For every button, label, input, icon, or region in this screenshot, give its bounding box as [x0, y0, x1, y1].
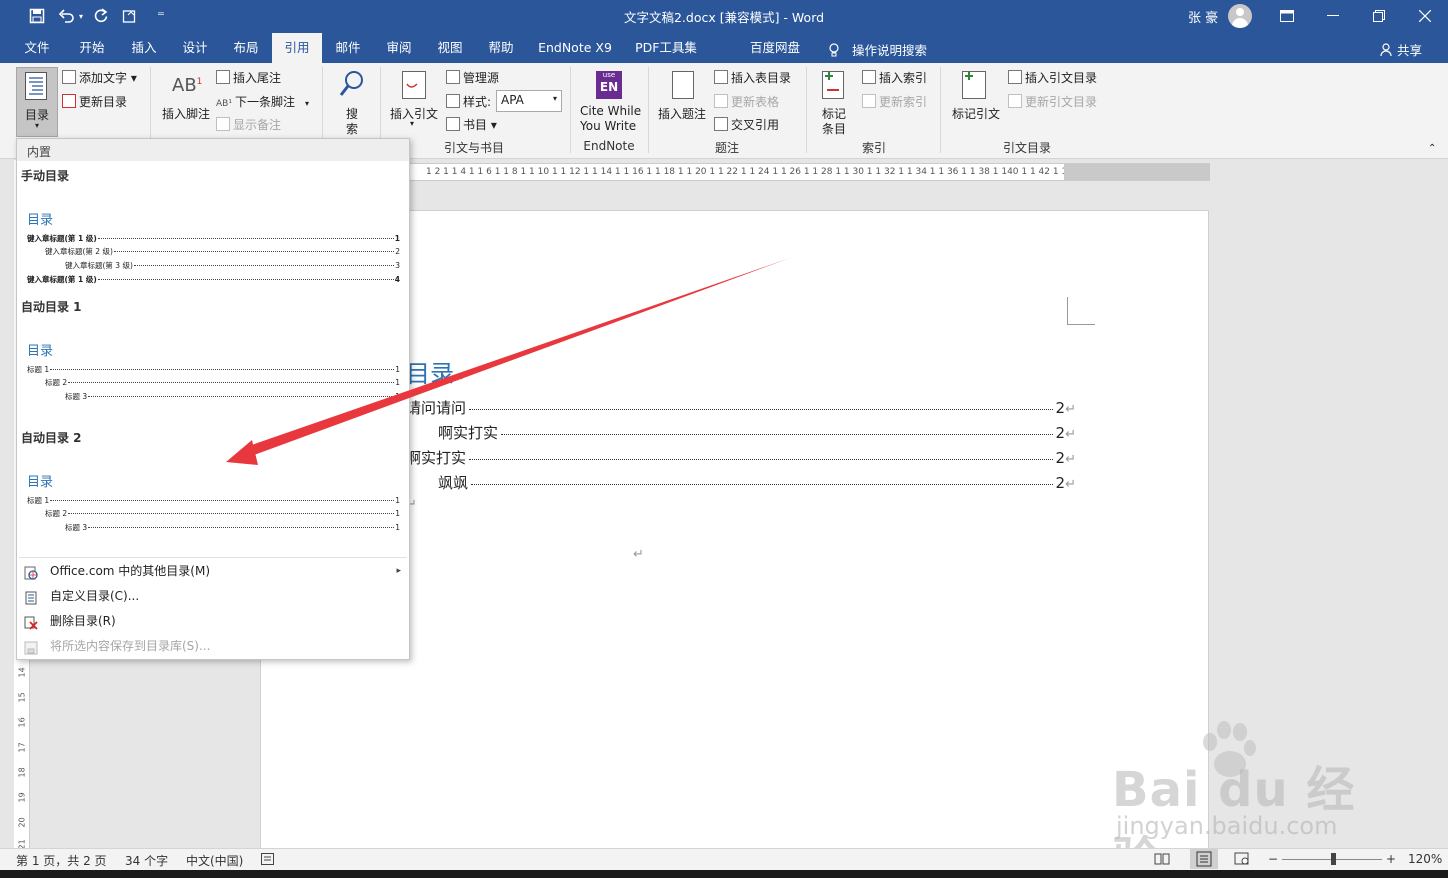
zoom-level[interactable]: 120% — [1408, 852, 1442, 866]
macro-record-icon[interactable] — [261, 853, 274, 868]
zoom-out-button[interactable]: − — [1268, 852, 1278, 866]
zoom-in-button[interactable]: + — [1386, 852, 1396, 866]
os-taskbar — [0, 870, 1448, 878]
arrow-shaft — [243, 258, 790, 458]
annotation-arrow — [226, 258, 790, 465]
status-bar: 第 1 页，共 2 页 34 个字 中文(中国) − + 120% — [0, 848, 1448, 870]
language-indicator[interactable]: 中文(中国) — [186, 852, 243, 869]
arrow-head — [226, 440, 258, 465]
zoom-slider-thumb[interactable] — [1331, 853, 1336, 865]
page-count[interactable]: 第 1 页，共 2 页 — [16, 852, 107, 869]
word-count[interactable]: 34 个字 — [125, 852, 168, 869]
read-mode-icon[interactable] — [1154, 852, 1170, 869]
web-layout-icon[interactable] — [1234, 852, 1250, 869]
print-layout-icon[interactable] — [1190, 849, 1218, 869]
